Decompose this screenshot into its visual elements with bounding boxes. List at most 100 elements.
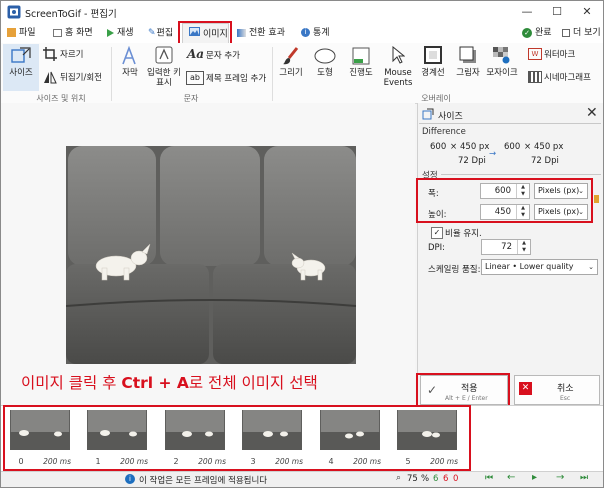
shapes-icon[interactable] [314,47,336,65]
first-frame-button[interactable]: ⏮ [485,473,493,483]
watermark-label[interactable]: 워터마크 [544,50,575,60]
ribbon-separator [111,47,112,101]
border-icon[interactable] [424,46,442,64]
close-window-button[interactable]: ✕ [577,4,597,20]
tab-playback[interactable]: 재생 [107,23,134,43]
play-icon [107,28,114,37]
new-width: 600 [504,142,521,152]
panel-title: 사이즈 [438,112,463,122]
height-input[interactable]: 450 ▲ ▼ [480,204,530,220]
shapes-label[interactable]: 도형 [311,68,339,78]
key-strokes-icon[interactable] [155,46,173,64]
shadow-label[interactable]: 그림자 [454,68,482,78]
free-text-icon[interactable]: Aa [187,47,204,61]
chevron-down-icon: ⌄ [578,208,584,216]
mouse-pointer-icon[interactable] [391,46,405,64]
flip-rotate-icon[interactable] [43,70,57,84]
mouse-events-label[interactable]: Mouse Events [381,68,415,88]
tab-transitions[interactable]: 전환 효과 [237,23,285,43]
caption-label[interactable]: 자막 [117,68,143,78]
more-icon [562,28,570,37]
progress-label[interactable]: 진행도 [346,68,376,78]
crop-icon[interactable] [43,47,57,61]
flip-rotate-label[interactable]: 뒤집기/회전 [60,73,102,83]
width-label: 폭: [428,189,439,199]
dpi-spinner-icon[interactable]: ▲ ▼ [517,240,530,254]
play-button[interactable]: ▸ [532,472,537,483]
progress-icon[interactable] [352,47,370,65]
original-dpi: 72 Dpi [458,156,486,166]
scaling-quality-select[interactable]: Linear • Lower quality ⌄ [481,259,598,275]
key-strokes-label[interactable]: 입력한 키 표시 [146,68,182,88]
previous-frame-button[interactable]: ← [507,472,515,483]
tab-statistics[interactable]: i 통계 [301,23,330,43]
next-frame-button[interactable]: → [556,472,564,483]
width-unit-select[interactable]: Pixels (px) ⌄ [534,183,588,199]
zoom-value[interactable]: 75 [407,474,418,484]
border-label[interactable]: 경계선 [419,68,447,78]
chevron-down-icon: ⌄ [588,263,594,271]
ribbon-separator [272,47,273,101]
title-frame-label[interactable]: 제목 프레임 추가 [206,74,266,84]
height-unit-select[interactable]: Pixels (px) ⌄ [534,204,588,220]
original-height: 450 px [460,142,490,152]
maximize-button[interactable]: ☐ [547,4,567,20]
obfuscate-label[interactable]: 모자이크 [486,68,518,78]
close-panel-button[interactable]: ✕ [586,105,598,121]
keep-ratio-checkbox[interactable]: ✓ [431,227,443,239]
obfuscate-icon[interactable] [492,46,510,64]
divider [419,123,601,124]
scaling-label: 스케일링 품질: [428,265,481,275]
current-frame-index: 0 [453,474,459,484]
keep-ratio-label: 비율 유지. [445,229,482,239]
shadow-icon[interactable] [459,46,477,64]
tab-edit[interactable]: ✎편집 [148,23,173,43]
brush-icon[interactable] [281,46,301,66]
width-spinner-icon[interactable]: ▲ ▼ [516,184,529,198]
info-icon: i [301,28,310,37]
cancel-button[interactable]: ✕ 취소 Esc [514,375,600,405]
highlight-image-tab [178,21,232,45]
original-times: × [450,142,458,152]
height-label: 높이: [428,210,447,220]
new-dpi: 72 Dpi [531,156,559,166]
more-button[interactable]: 더 보기 [562,23,601,43]
frame-image[interactable] [66,146,356,364]
pencil-icon: ✎ [148,28,156,38]
title-frame-icon[interactable]: ab [186,71,204,85]
free-drawing-label[interactable]: 그리기 [277,68,305,78]
height-spinner-icon[interactable]: ▲ ▼ [516,205,529,219]
ribbon-tabs: 파일 홈 화면 재생 ✎편집 이미지 전환 효과 i 통계 ✓ 완료 더 보기 [1,21,603,45]
arrow-icon: → [489,149,497,159]
file-icon [7,28,16,37]
total-frames-count: 6 [443,474,449,484]
minimize-button[interactable]: — [517,4,537,20]
check-circle-icon: ✓ [522,27,532,38]
original-width: 600 [430,142,447,152]
resize-label: 사이즈 [9,68,33,78]
zoom-unit: % [421,474,430,484]
cinemagraph-label[interactable]: 시네마그래프 [544,73,591,83]
new-times: × [524,142,532,152]
resize-icon [11,47,31,63]
last-frame-button[interactable]: ⏭ [580,473,588,483]
info-icon: i [125,474,135,484]
resize-panel-icon [422,108,434,120]
divider [441,174,601,175]
cinemagraph-icon[interactable] [528,71,542,83]
width-input[interactable]: 600 ▲ ▼ [480,183,530,199]
caption-icon[interactable] [119,46,139,66]
tab-file[interactable]: 파일 [7,23,36,43]
app-icon [7,5,21,19]
tab-home[interactable]: 홈 화면 [53,23,93,43]
crop-label[interactable]: 자르기 [60,50,83,60]
dpi-input[interactable]: 72 ▲ ▼ [481,239,531,255]
transition-icon [237,28,246,37]
free-text-label[interactable]: 문자 추가 [206,51,240,61]
new-height: 450 px [534,142,564,152]
link-ratio-icon [594,195,599,203]
watermark-icon[interactable]: W [528,48,542,60]
done-button[interactable]: ✓ 완료 [522,23,552,43]
title-bar: ScreenToGif - 편집기 — ☐ ✕ [1,1,603,23]
selected-frames-count: 6 [433,474,439,484]
